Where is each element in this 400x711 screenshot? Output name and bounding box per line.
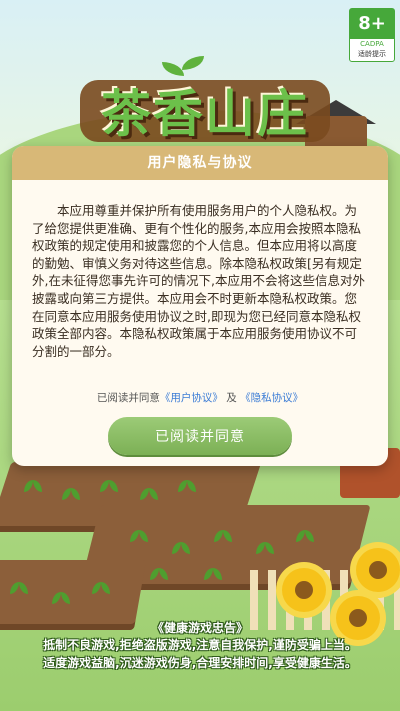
sprout-icon — [214, 528, 232, 544]
sprout-icon — [204, 566, 222, 582]
age-rating-org: CADPA — [360, 40, 384, 48]
consent-prefix: 已阅读并同意 — [96, 392, 160, 404]
sprout-icon — [296, 528, 314, 544]
sprout-icon — [24, 478, 42, 494]
health-notice-title: 《健康游戏忠告》 — [151, 621, 248, 635]
sprout-icon — [52, 590, 70, 606]
sunflower-icon — [282, 568, 326, 612]
sprout-icon — [92, 580, 110, 596]
consent-line: 已阅读并同意《用户协议》 及 《隐私协议》 — [12, 390, 388, 405]
privacy-dialog: 用户隐私与协议 本应用尊重并保护所有使用服务用户的个人隐私权。为了给您提供更准确… — [12, 146, 388, 466]
age-rating-caption: 适龄提示 — [358, 50, 386, 58]
privacy-text: 本应用尊重并保护所有使用服务用户的个人隐私权。为了给您提供更准确、更有个性化的服… — [32, 203, 365, 359]
health-game-notice: 《健康游戏忠告》 抵制不良游戏,拒绝盗版游戏,注意自我保护,谨防受骗上当。 适度… — [0, 620, 400, 672]
consent-and: 及 — [226, 392, 237, 404]
sprout-icon — [10, 580, 28, 596]
sprout-icon — [62, 486, 80, 502]
sprout-icon — [172, 540, 190, 556]
sprout-icon — [256, 540, 274, 556]
dialog-title: 用户隐私与协议 — [12, 146, 388, 180]
user-agreement-link[interactable]: 《用户协议》 — [160, 392, 223, 404]
sprout-icon — [178, 478, 196, 494]
health-notice-line: 抵制不良游戏,拒绝盗版游戏,注意自我保护,谨防受骗上当。 — [43, 638, 357, 652]
sprout-icon — [130, 528, 148, 544]
sunflower-icon — [356, 548, 400, 592]
sprout-icon — [100, 478, 118, 494]
game-logo: 茶香山庄 — [70, 56, 350, 152]
age-rating-badge: 8+ CADPA 适龄提示 — [349, 8, 395, 62]
privacy-policy-link[interactable]: 《隐私协议》 — [240, 392, 303, 404]
sprout-icon — [150, 566, 168, 582]
health-notice-line: 适度游戏益脑,沉迷游戏伤身,合理安排时间,享受健康生活。 — [43, 656, 357, 670]
agree-button[interactable]: 已阅读并同意 — [108, 417, 292, 455]
sprout-icon — [140, 486, 158, 502]
age-rating-value: 8+ — [350, 9, 394, 39]
game-title: 茶香山庄 — [101, 85, 309, 143]
